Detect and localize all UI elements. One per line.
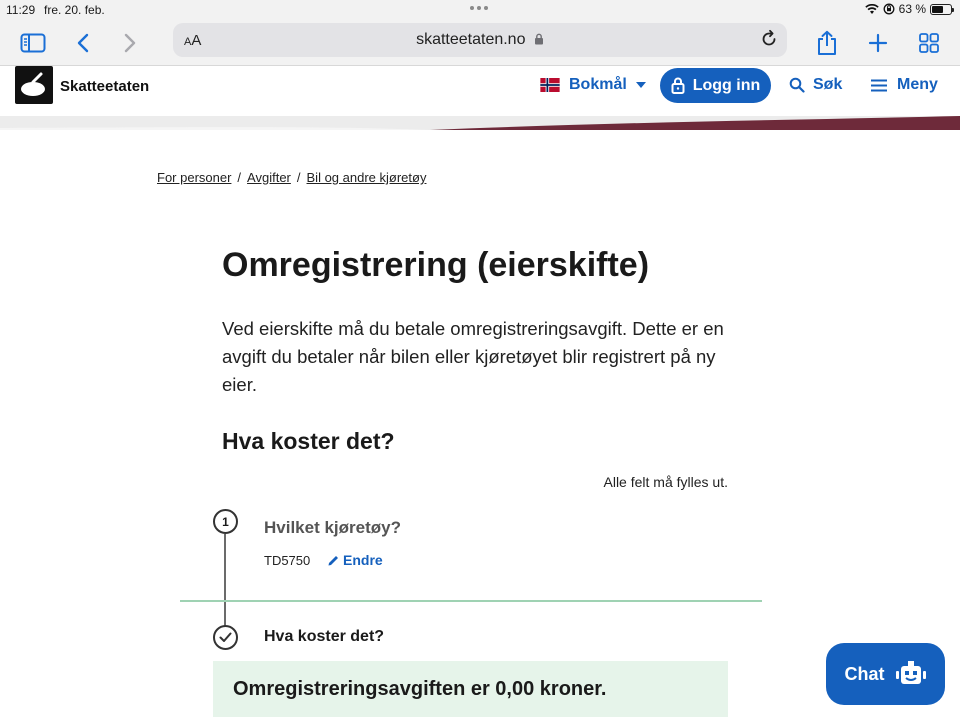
- breadcrumb-separator: /: [237, 170, 242, 185]
- step-1-number: 1: [213, 509, 238, 534]
- step-connector-line: [224, 534, 226, 626]
- chat-label: Chat: [844, 663, 885, 684]
- language-selector[interactable]: Bokmål: [540, 76, 646, 94]
- login-button[interactable]: Logg inn: [660, 68, 771, 103]
- address-bar[interactable]: AA skatteetaten.no: [173, 23, 787, 57]
- breadcrumb-separator: /: [296, 170, 301, 185]
- step-1-vehicle-value: TD5750: [264, 553, 311, 568]
- new-tab-plus-icon[interactable]: [863, 28, 893, 58]
- lock-icon: [534, 33, 543, 45]
- step-2-title: Hva koster det?: [264, 628, 385, 645]
- breadcrumb-link-bil-og-kjoretoy[interactable]: Bil og andre kjøretøy: [307, 170, 427, 185]
- page-title: Omregistrering (eierskifte): [222, 246, 650, 284]
- padlock-icon: [671, 77, 685, 94]
- status-time: 11:29: [6, 3, 36, 17]
- fee-result-box: Omregistreringsavgiften er 0,00 kroner.: [213, 661, 728, 717]
- breadcrumb-link-for-personer[interactable]: For personer: [157, 170, 231, 185]
- battery-icon: [930, 3, 954, 15]
- change-vehicle-button[interactable]: Endre: [327, 552, 383, 568]
- required-fields-note: Alle felt må fylles ut.: [603, 474, 729, 490]
- forward-chevron-icon[interactable]: [115, 28, 145, 58]
- sidebar-toggle-icon[interactable]: [18, 28, 48, 58]
- norwegian-flag-icon: [540, 78, 560, 92]
- search-icon: [789, 77, 805, 93]
- pencil-icon: [328, 555, 338, 565]
- site-name[interactable]: Skatteetaten: [60, 78, 149, 95]
- status-indicators: 63 %: [864, 2, 954, 16]
- caret-down-icon: [635, 82, 646, 88]
- reload-icon[interactable]: [759, 29, 779, 54]
- browser-toolbar: AA skatteetaten.no: [0, 20, 960, 66]
- breadcrumb: For personer / Avgifter / Bil og andre k…: [157, 170, 426, 185]
- fee-result-text: Omregistreringsavgiften er 0,00 kroner.: [233, 678, 607, 700]
- change-label: Endre: [343, 552, 383, 568]
- menu-button[interactable]: Meny: [871, 76, 938, 94]
- search-button[interactable]: Søk: [789, 76, 842, 94]
- back-chevron-icon[interactable]: [68, 28, 98, 58]
- login-label: Logg inn: [692, 76, 761, 94]
- skatteetaten-logo-icon[interactable]: [15, 66, 53, 104]
- step-1-title: Hvilket kjøretøy?: [264, 518, 401, 537]
- chat-button[interactable]: Chat: [826, 643, 945, 705]
- site-header: Skatteetaten Bokmål Logg inn Søk Meny: [0, 66, 960, 116]
- wifi-icon: [864, 3, 879, 14]
- step-divider: [180, 600, 762, 602]
- section-title: Hva koster det?: [222, 428, 395, 454]
- multitasking-dots-icon[interactable]: [470, 6, 488, 10]
- step-2-complete-check-icon: [213, 625, 238, 650]
- status-bar: 11:29 fre. 20. feb. 63 %: [0, 0, 960, 20]
- header-decorative-band: [0, 116, 960, 130]
- orientation-lock-icon: [883, 3, 895, 15]
- language-label: Bokmål: [569, 76, 627, 93]
- menu-label: Meny: [897, 76, 938, 93]
- intro-paragraph: Ved eierskifte må du betale omregistreri…: [222, 318, 724, 395]
- battery-percent: 63 %: [898, 2, 926, 16]
- share-icon[interactable]: [812, 28, 842, 58]
- search-label: Søk: [813, 76, 843, 93]
- chat-robot-icon: [895, 661, 926, 684]
- hamburger-icon: [871, 79, 887, 91]
- tab-overview-icon[interactable]: [914, 28, 944, 58]
- address-url: skatteetaten.no: [173, 31, 787, 49]
- status-date: fre. 20. feb.: [44, 3, 105, 17]
- breadcrumb-link-avgifter[interactable]: Avgifter: [247, 170, 291, 185]
